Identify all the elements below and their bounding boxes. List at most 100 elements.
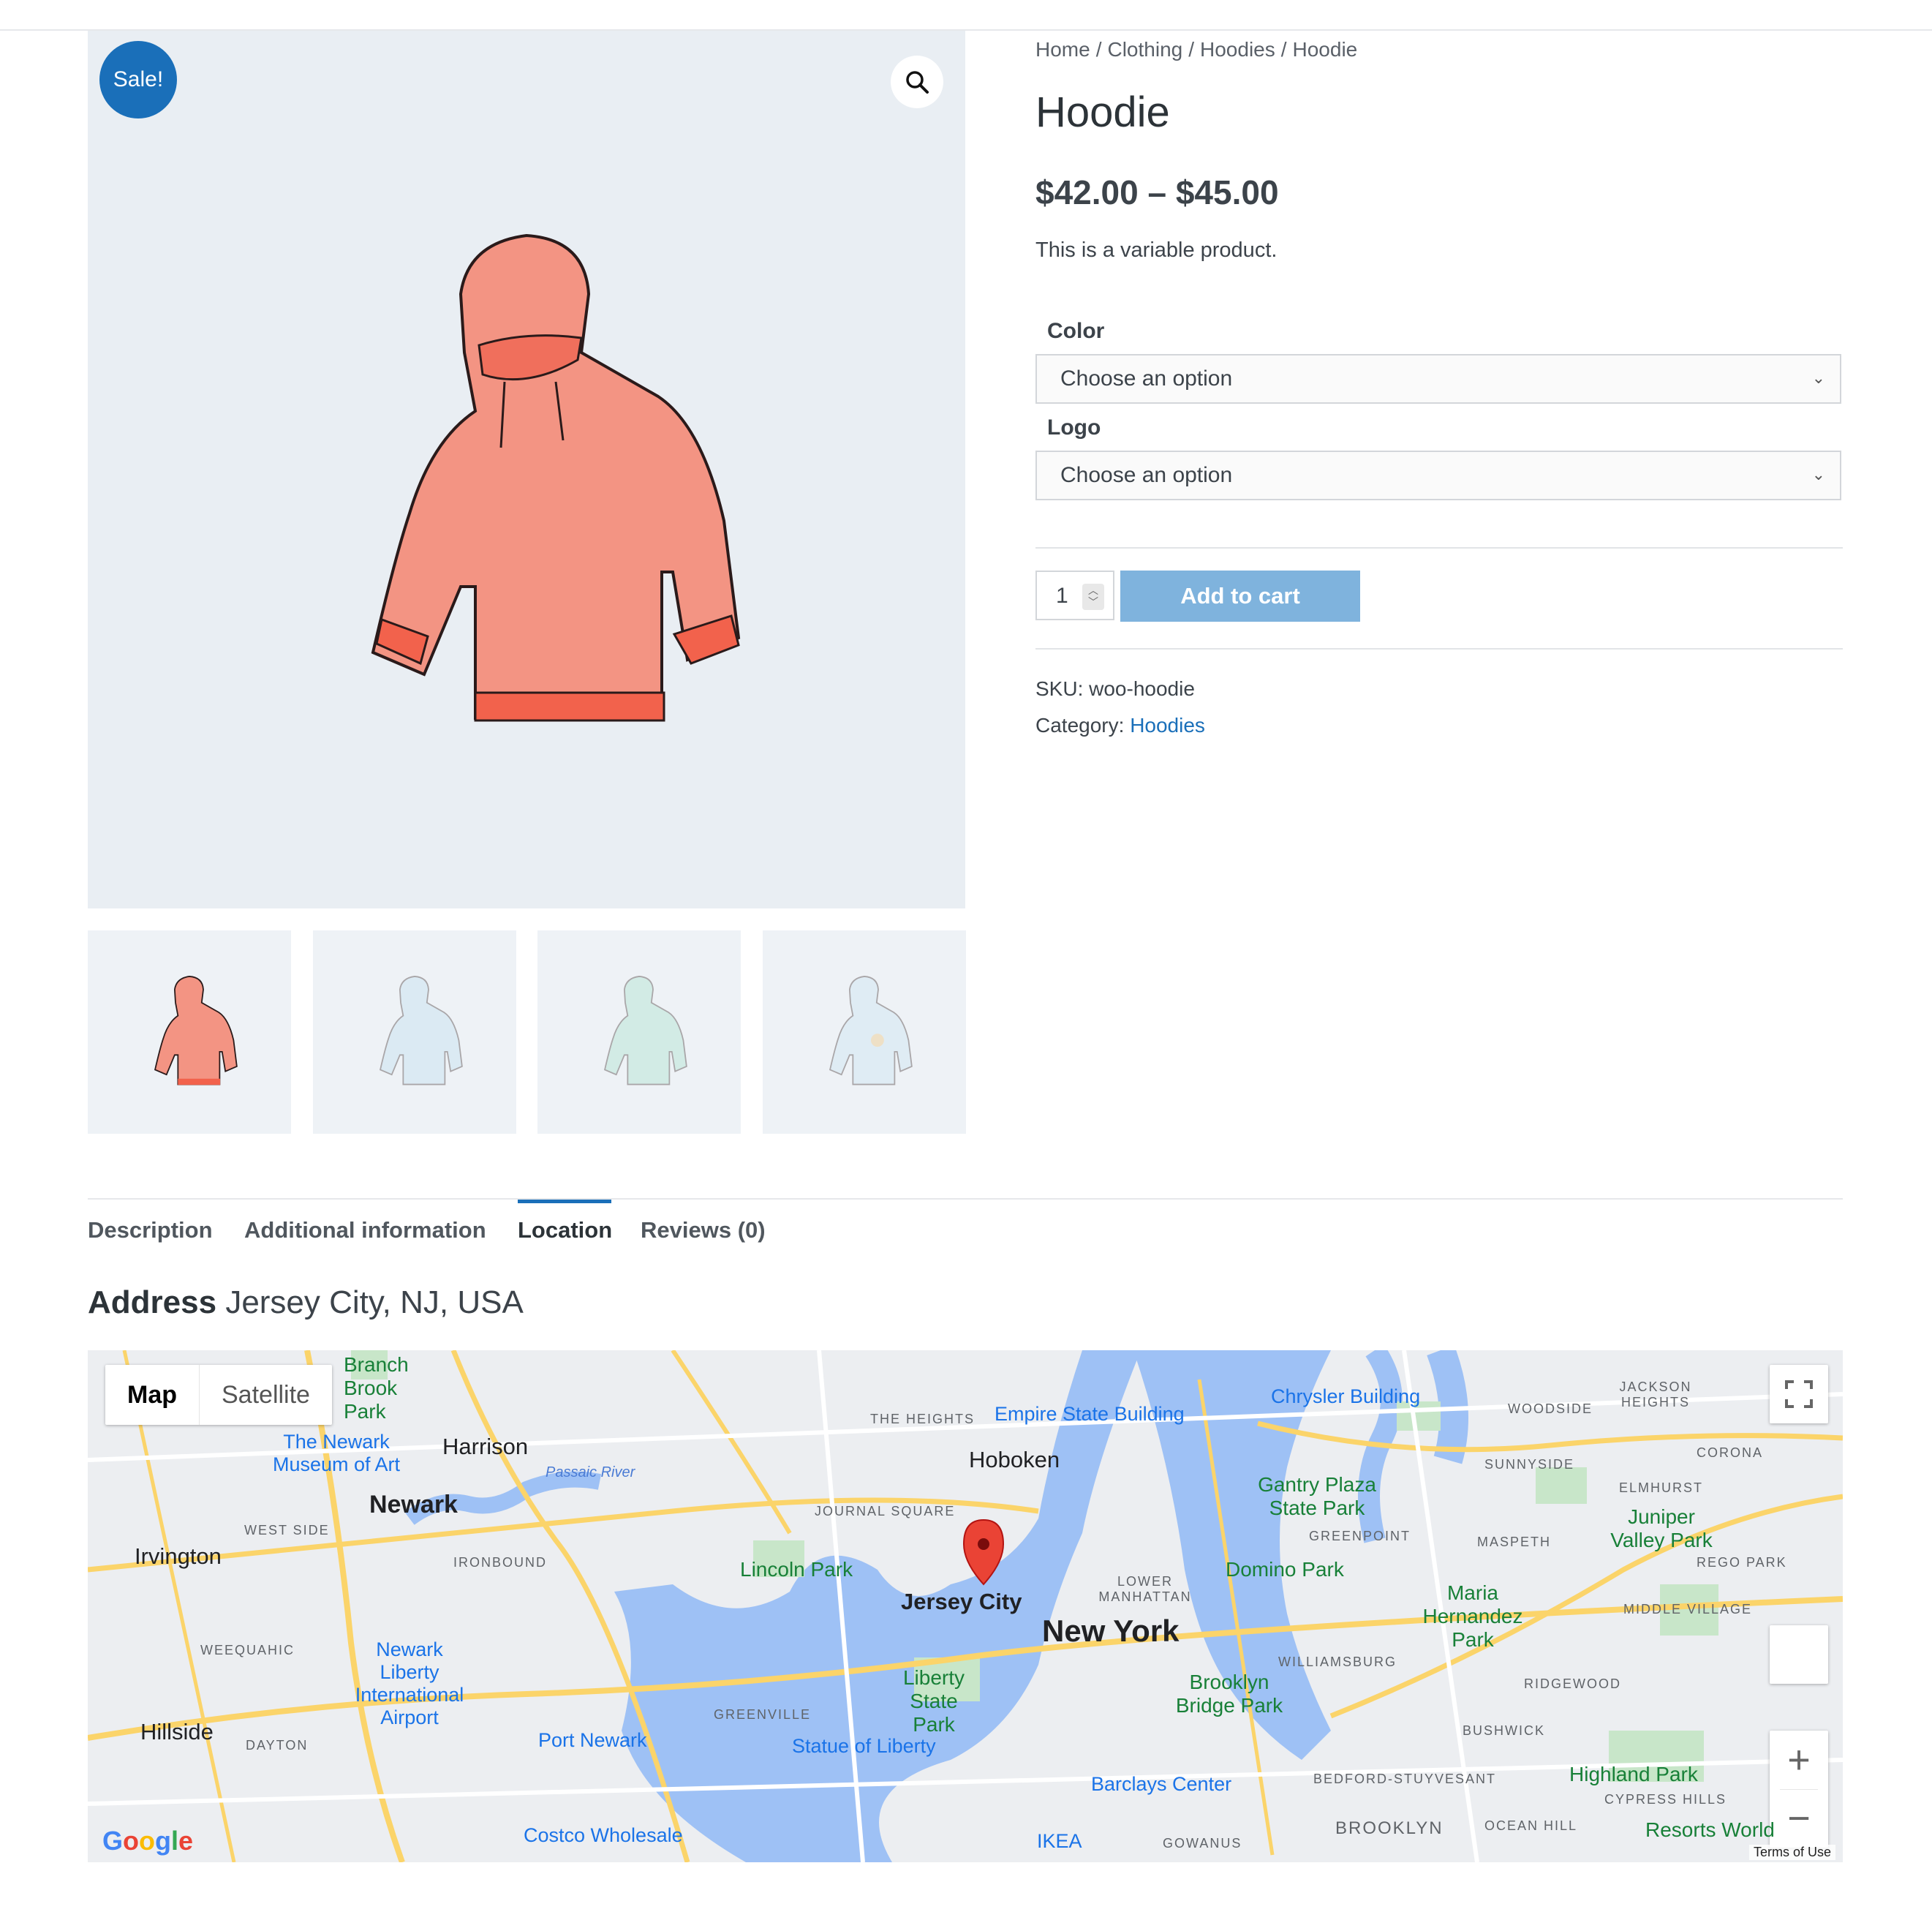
map-label-hoboken: Hoboken xyxy=(969,1447,1060,1472)
map-label-gantry-park[interactable]: Gantry Plaza State Park xyxy=(1255,1473,1379,1520)
add-to-cart-button[interactable]: Add to cart xyxy=(1120,571,1360,622)
map-label-rego-park: REGO PARK xyxy=(1697,1555,1787,1570)
map-label-bedford: BEDFORD-STUYVESANT xyxy=(1313,1772,1497,1786)
map-label-newark-airport[interactable]: Newark Liberty International Airport xyxy=(344,1638,475,1729)
map-label-the-heights: THE HEIGHTS xyxy=(870,1412,976,1426)
category-link[interactable]: Hoodies xyxy=(1130,714,1205,737)
breadcrumb-separator: / xyxy=(1095,38,1102,61)
fullscreen-button[interactable] xyxy=(1770,1365,1828,1423)
logo-select[interactable]: Choose an option ⌄ xyxy=(1035,451,1841,500)
map-label-hillside: Hillside xyxy=(140,1719,214,1744)
map-label-journal-square: JOURNAL SQUARE xyxy=(815,1504,956,1518)
map-label-resorts-world[interactable]: Resorts World xyxy=(1645,1818,1775,1842)
hoodie-illustration xyxy=(371,233,741,722)
breadcrumb: Home / Clothing / Hoodies / Hoodie xyxy=(1035,38,1357,61)
map-label-port-newark[interactable]: Port Newark xyxy=(538,1729,647,1752)
map-label-highland-park[interactable]: Highland Park xyxy=(1569,1763,1698,1786)
quantity-stepper[interactable]: ︿ ﹀ xyxy=(1082,584,1104,610)
quantity-value: 1 xyxy=(1056,584,1068,608)
map-label-newark-museum[interactable]: The Newark Museum of Art xyxy=(263,1431,410,1476)
quantity-input[interactable]: 1 ︿ ﹀ xyxy=(1035,571,1114,620)
breadcrumb-clothing[interactable]: Clothing xyxy=(1107,38,1182,61)
category-meta: Category: Hoodies xyxy=(1035,714,1205,737)
tab-location[interactable]: Location xyxy=(518,1217,612,1243)
chevron-down-icon: ⌄ xyxy=(1811,465,1825,483)
map-label-harrison: Harrison xyxy=(442,1434,529,1459)
map-label-branch-brook[interactable]: Branch Brook Park xyxy=(344,1353,431,1423)
map-label-maria-park[interactable]: Maria Hernandez Park xyxy=(1422,1581,1524,1652)
tab-reviews[interactable]: Reviews (0) xyxy=(641,1217,766,1243)
sale-badge: Sale! xyxy=(99,41,177,118)
map-label-newark: Newark xyxy=(369,1491,458,1518)
logo-label: Logo xyxy=(1047,415,1101,440)
map-label-barclays[interactable]: Barclays Center xyxy=(1091,1773,1231,1796)
color-label: Color xyxy=(1047,319,1105,343)
map-label-lower-manhattan: LOWER MANHATTAN xyxy=(1098,1574,1192,1604)
map-label-ikea[interactable]: IKEA xyxy=(1037,1830,1082,1853)
sku-value: woo-hoodie xyxy=(1089,677,1195,700)
map-label-juniper-park[interactable]: Juniper Valley Park xyxy=(1610,1505,1713,1552)
map-label-irvington: Irvington xyxy=(135,1543,222,1569)
breadcrumb-separator: / xyxy=(1280,38,1287,61)
zoom-button[interactable] xyxy=(891,56,943,108)
breadcrumb-hoodies[interactable]: Hoodies xyxy=(1200,38,1275,61)
map-label-gowanus: GOWANUS xyxy=(1163,1836,1242,1851)
divider xyxy=(1035,547,1843,549)
logo-select-value: Choose an option xyxy=(1060,463,1233,487)
divider xyxy=(1035,648,1843,650)
color-select[interactable]: Choose an option ⌄ xyxy=(1035,354,1841,404)
map-label-woodside: WOODSIDE xyxy=(1508,1401,1593,1416)
zoom-control: + − xyxy=(1770,1731,1828,1848)
map-type-control: Map Satellite xyxy=(105,1365,332,1425)
product-short-description: This is a variable product. xyxy=(1035,238,1278,262)
address-line: Address Jersey City, NJ, USA xyxy=(88,1284,524,1321)
address-value: Jersey City, NJ, USA xyxy=(225,1284,524,1320)
map-label-statue-liberty[interactable]: Statue of Liberty xyxy=(792,1735,936,1758)
map-label-elmhurst: ELMHURST xyxy=(1619,1480,1704,1495)
gallery-thumb-3[interactable] xyxy=(537,930,741,1134)
street-view-pegman[interactable] xyxy=(1770,1625,1828,1684)
map-label-lincoln-park[interactable]: Lincoln Park xyxy=(740,1558,853,1581)
zoom-out-button[interactable]: − xyxy=(1770,1789,1828,1848)
zoom-in-button[interactable]: + xyxy=(1770,1731,1828,1789)
map-label-dayton: DAYTON xyxy=(246,1738,309,1753)
chevron-down-icon: ⌄ xyxy=(1811,369,1825,387)
google-map[interactable]: Map Satellite + − New York Jersey City N… xyxy=(88,1350,1843,1862)
map-label-ironbound: IRONBOUND xyxy=(453,1555,548,1570)
map-label-domino-park[interactable]: Domino Park xyxy=(1226,1558,1344,1581)
sku-meta: SKU: woo-hoodie xyxy=(1035,677,1195,701)
magnifier-icon xyxy=(906,71,929,94)
map-label-costco[interactable]: Costco Wholesale xyxy=(524,1824,683,1847)
map-label-brooklyn: BROOKLYN xyxy=(1335,1818,1444,1838)
map-label-cypress-hills: CYPRESS HILLS xyxy=(1604,1792,1727,1807)
map-label-williamsburg: WILLIAMSBURG xyxy=(1278,1655,1397,1669)
product-main-image[interactable]: Sale! xyxy=(88,31,965,908)
map-label-bushwick: BUSHWICK xyxy=(1463,1723,1546,1738)
breadcrumb-home[interactable]: Home xyxy=(1035,38,1090,61)
google-logo: Google xyxy=(102,1826,194,1856)
tab-additional-information[interactable]: Additional information xyxy=(244,1217,486,1243)
map-label-sunnyside: SUNNYSIDE xyxy=(1484,1457,1575,1472)
map-terms-link[interactable]: Terms of Use xyxy=(1748,1845,1835,1860)
map-type-satellite-button[interactable]: Satellite xyxy=(199,1365,332,1425)
breadcrumb-separator: / xyxy=(1188,38,1194,61)
map-label-chrysler[interactable]: Chrysler Building xyxy=(1271,1385,1420,1408)
gallery-thumb-1[interactable] xyxy=(88,930,291,1134)
map-label-jackson-heights: JACKSON HEIGHTS xyxy=(1619,1380,1692,1409)
category-label: Category: xyxy=(1035,714,1125,737)
gallery-thumb-4[interactable] xyxy=(763,930,966,1134)
hoodie-thumb-icon xyxy=(603,976,687,1085)
map-label-empire-state[interactable]: Empire State Building xyxy=(995,1403,1185,1426)
map-label-liberty-park[interactable]: Liberty State Park xyxy=(886,1666,981,1736)
map-label-jersey-city: Jersey City xyxy=(901,1589,1022,1614)
map-label-brooklyn-bridge-park[interactable]: Brooklyn Bridge Park xyxy=(1174,1671,1284,1717)
tabs-divider xyxy=(88,1198,1843,1200)
hoodie-thumb-icon xyxy=(379,976,463,1085)
map-label-middle-village: MIDDLE VILLAGE xyxy=(1623,1602,1753,1616)
map-label-ocean-hill: OCEAN HILL xyxy=(1484,1818,1578,1833)
tab-description[interactable]: Description xyxy=(88,1217,213,1243)
map-type-map-button[interactable]: Map xyxy=(105,1365,199,1425)
product-title: Hoodie xyxy=(1035,89,1170,136)
map-label-passaic-river: Passaic River xyxy=(546,1464,635,1480)
gallery-thumb-2[interactable] xyxy=(313,930,516,1134)
